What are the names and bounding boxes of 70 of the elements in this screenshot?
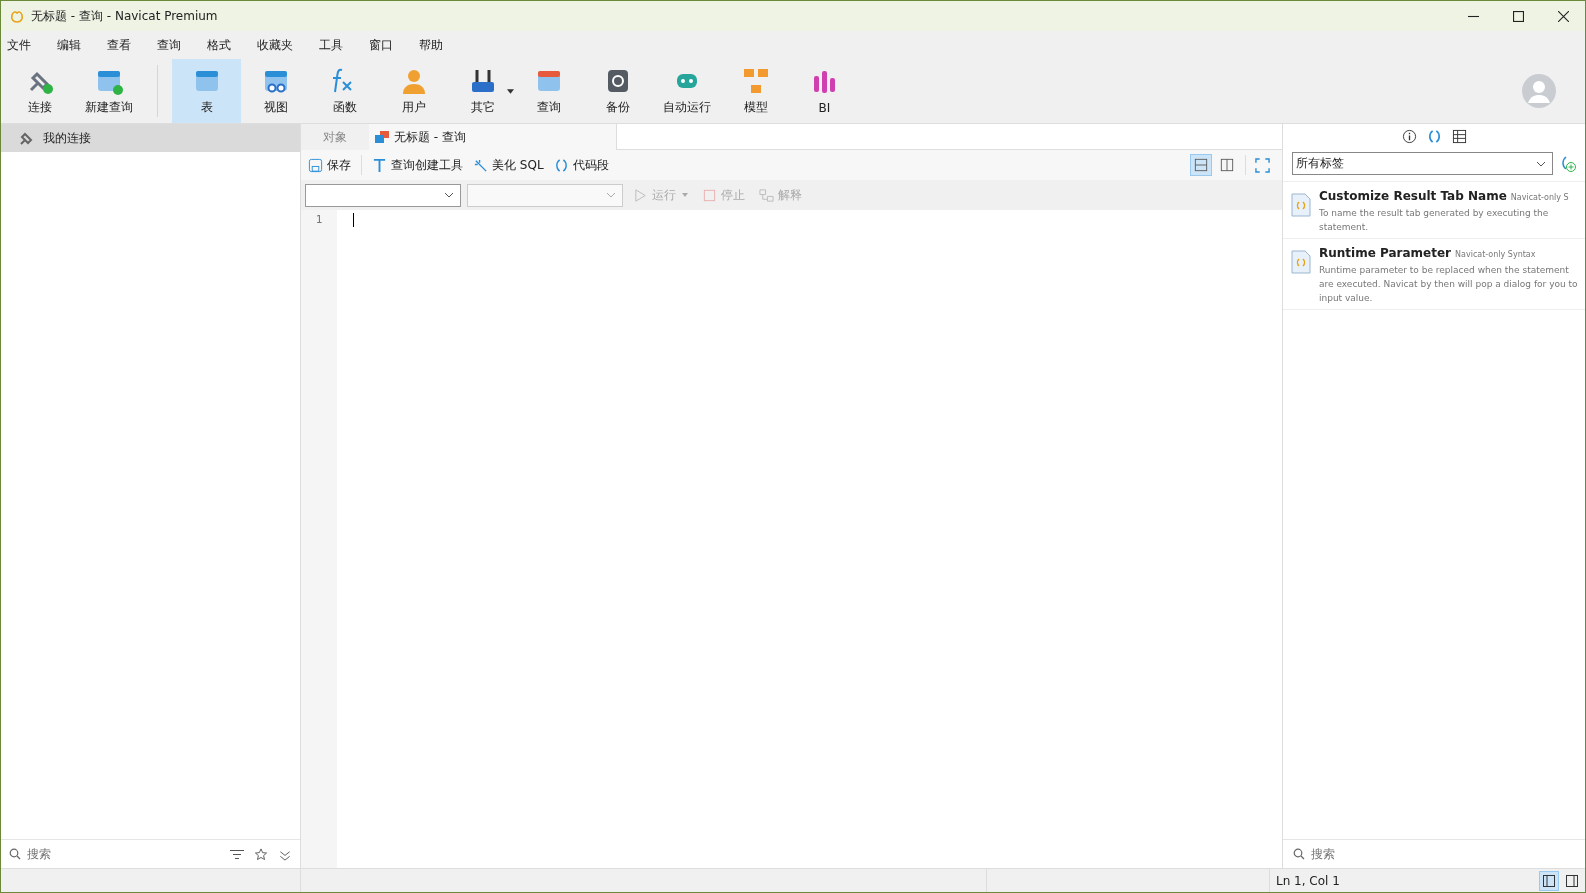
snippet-title: Runtime Parameter <box>1319 246 1452 260</box>
connection-dropdown[interactable] <box>305 183 461 207</box>
maximize-icon[interactable] <box>1513 10 1524 22</box>
cursor-position: Ln 1, Col 1 <box>1275 873 1340 888</box>
snippet-tag: Navicat-only Syntax <box>1455 250 1536 259</box>
snippet-file-icon <box>1291 193 1311 217</box>
toolbar-button[interactable]: 函数 <box>310 59 379 123</box>
chevron-down-icon <box>606 192 616 198</box>
toolbar-button[interactable]: 自动运行 <box>652 59 721 123</box>
app-logo-icon <box>9 8 25 24</box>
star-icon[interactable] <box>254 847 268 861</box>
search-field[interactable]: 搜索 <box>1309 846 1433 862</box>
add-snippet-icon[interactable] <box>1559 154 1577 173</box>
snippet-item[interactable]: Runtime Parameter Navicat-only Syntax Runtime parameter to be replaced when the statement are executed. Navicat by then will pop a dialog for you to input value. <box>1283 239 1585 310</box>
toolbar-button[interactable]: 模型 <box>721 59 790 123</box>
panel-left-button[interactable] <box>1539 870 1559 891</box>
sidebar-item[interactable]: 我的连接 <box>1 124 300 152</box>
search-field[interactable]: 搜索 <box>25 846 149 862</box>
search-icon <box>1293 848 1305 860</box>
line-number: 1 <box>315 213 323 226</box>
fullscreen-icon[interactable] <box>1255 157 1270 173</box>
snippet-title: Customize Result Tab Name <box>1319 189 1507 203</box>
menu-item[interactable]: 工具 <box>319 36 354 54</box>
snippet-tag: Navicat-only S <box>1510 193 1569 202</box>
toolbar-button[interactable]: 备份 <box>583 59 652 123</box>
chevron-down-icon <box>1536 160 1546 167</box>
magic-wand-icon <box>473 157 488 173</box>
menu-item[interactable]: 格式 <box>207 36 242 54</box>
query-icon <box>375 131 389 143</box>
grid-icon[interactable] <box>1451 128 1467 144</box>
chevron-down-icon <box>444 192 454 198</box>
toolbar-button[interactable]: 表 <box>172 59 241 123</box>
toolbar-button[interactable]: 查询 <box>514 59 583 123</box>
snippet-file-icon <box>1291 250 1311 274</box>
window-title: 无标题 - 查询 - Navicat Premium <box>31 7 218 25</box>
toolbar-button[interactable]: 代码段 <box>550 154 612 176</box>
menu-item[interactable]: 收藏夹 <box>257 36 304 54</box>
save-icon <box>308 157 323 173</box>
toolbar-button[interactable]: 新建查询 <box>74 59 143 123</box>
play-icon <box>633 187 648 203</box>
toolbar-button[interactable]: 美化 SQL <box>470 154 547 176</box>
toolbar-button[interactable]: 视图 <box>241 59 310 123</box>
parentheses-icon <box>553 157 569 173</box>
menu-item[interactable]: 编辑 <box>57 36 92 54</box>
snippet-description: To name the result tab generated by executing the statement. <box>1319 207 1550 234</box>
explain-icon <box>759 187 774 203</box>
search-icon <box>9 848 21 860</box>
tag-filter-dropdown[interactable]: 所有标签 <box>1292 152 1553 175</box>
snippet-item[interactable]: Customize Result Tab Name Navicat-only S To name the result tab generated by executing the statement. <box>1283 182 1585 239</box>
toolbar-button[interactable]: 其它 <box>448 59 517 123</box>
plug-icon <box>19 130 35 146</box>
dropdown-caret-icon[interactable] <box>507 88 514 94</box>
toolbar-button[interactable]: 保存 <box>305 154 354 176</box>
tab[interactable]: 无标题 - 查询 <box>369 124 617 150</box>
close-icon[interactable] <box>1558 10 1569 22</box>
toolbar-button[interactable]: 查询创建工具 <box>369 154 466 176</box>
parentheses-icon[interactable] <box>1426 128 1442 144</box>
snippet-description: Runtime parameter to be replaced when the statement are executed. Navicat by then will pop a dialog for you to input value. <box>1319 264 1579 305</box>
toolbar-button[interactable]: 用户 <box>379 59 448 123</box>
filter-icon[interactable] <box>230 847 244 861</box>
toolbar-button[interactable]: BI <box>790 59 859 123</box>
stacked-layout-button[interactable] <box>1190 154 1212 176</box>
toolbar-button[interactable]: 连接 <box>5 59 74 123</box>
menu-item[interactable]: 帮助 <box>419 36 454 54</box>
menu-item[interactable]: 查询 <box>157 36 192 54</box>
stop-icon <box>702 187 717 203</box>
menu-item[interactable]: 文件 <box>7 36 42 54</box>
menu-item[interactable]: 窗口 <box>369 36 404 54</box>
info-icon[interactable] <box>1401 128 1417 144</box>
menu-item[interactable]: 查看 <box>107 36 142 54</box>
